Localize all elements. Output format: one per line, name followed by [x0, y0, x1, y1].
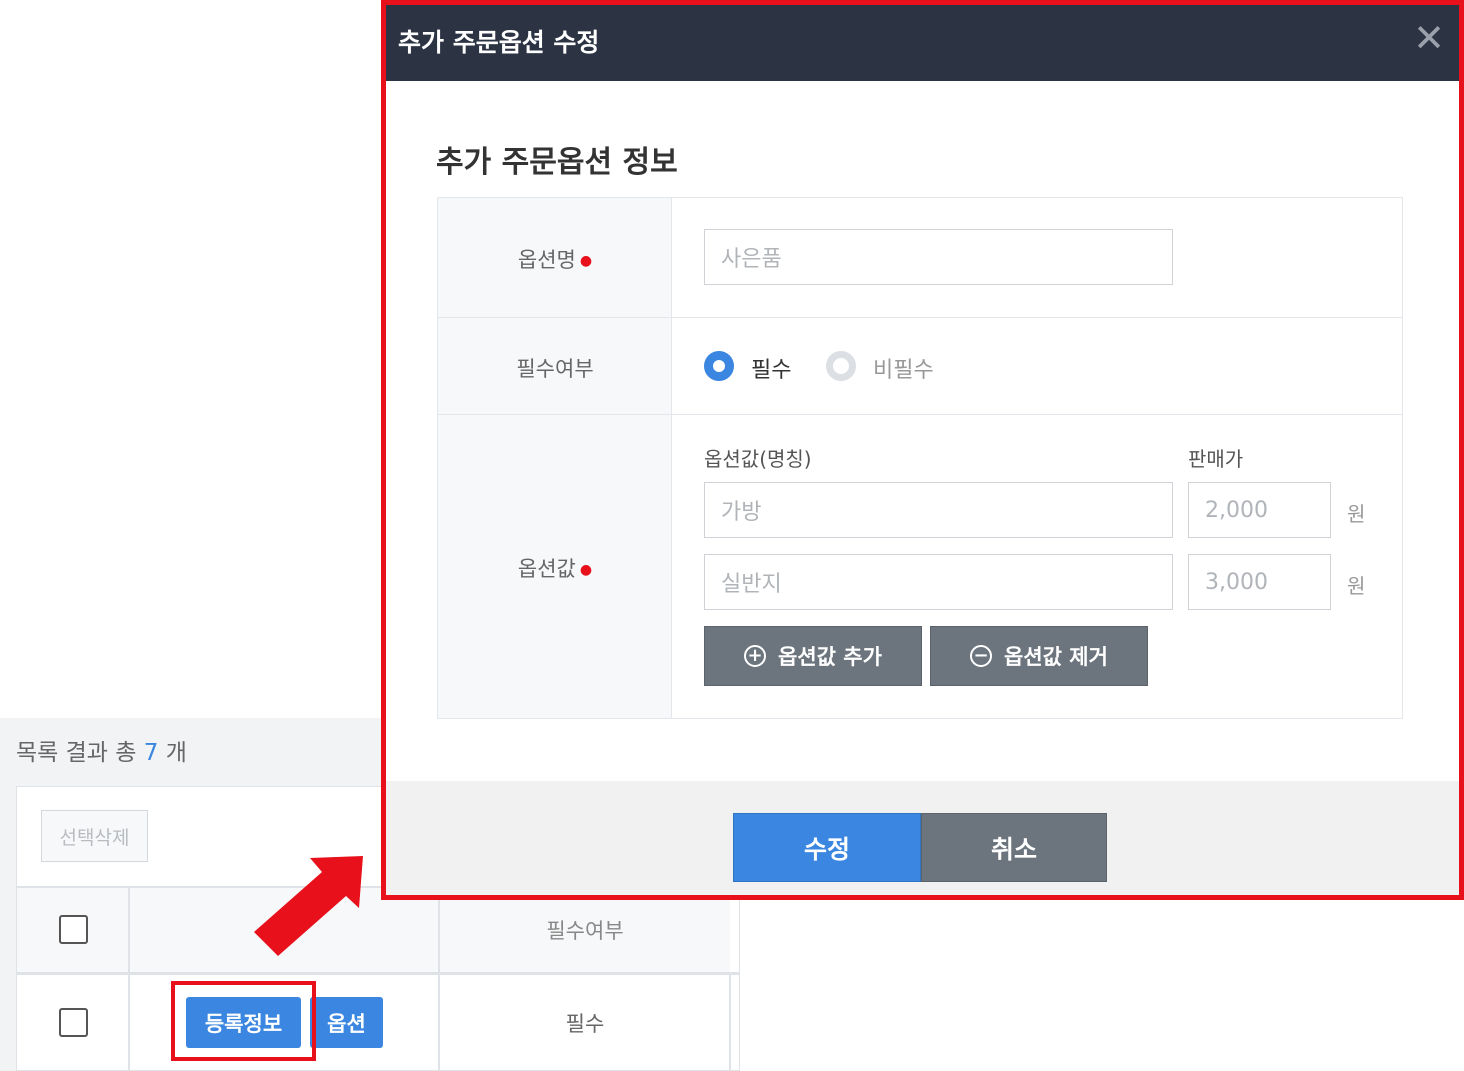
radio-required[interactable] [704, 351, 734, 381]
plus-circle-icon: + [744, 645, 767, 667]
currency-unit: 원 [1347, 574, 1366, 598]
form-row-divider [438, 317, 1402, 318]
option-name-label: 옵션명 ● [438, 244, 672, 274]
section-title: 추가 주문옵션 정보 [436, 145, 678, 180]
select-all-checkbox[interactable] [59, 915, 88, 944]
list-summary: 목록 결과 총 7 개 [16, 733, 187, 767]
close-icon[interactable]: ✕ [1413, 19, 1445, 57]
list-summary-prefix: 목록 결과 총 [16, 740, 137, 766]
form-row-divider [438, 414, 1402, 415]
row-required-value: 필수 [565, 1012, 605, 1036]
radio-required-label: 필수 [751, 358, 792, 383]
remove-option-value-label: 옵션값 제거 [1004, 645, 1108, 669]
add-option-value-button[interactable]: + 옵션값 추가 [704, 626, 922, 686]
minus-circle-icon: − [970, 645, 993, 667]
pointer-arrow-icon [254, 856, 363, 956]
list-summary-suffix: 개 [165, 740, 187, 766]
form-label-column [438, 198, 672, 718]
col-price: 판매가 [1188, 447, 1244, 471]
option-value-name-input[interactable]: 가방 [704, 482, 1173, 538]
currency-unit: 원 [1347, 502, 1366, 526]
row-checkbox[interactable] [59, 1008, 88, 1037]
delete-selected-button[interactable]: 선택삭제 [41, 810, 148, 862]
radio-optional-label: 비필수 [873, 358, 934, 383]
required-mark: ● [579, 562, 593, 578]
option-value-price-input[interactable]: 2,000 [1188, 482, 1331, 538]
submit-button[interactable]: 수정 [733, 813, 921, 882]
add-option-value-label: 옵션값 추가 [778, 645, 882, 669]
option-value-price-input[interactable]: 3,000 [1188, 554, 1331, 610]
modal-header: 추가 주문옵션 수정 ✕ [386, 5, 1459, 81]
cancel-button[interactable]: 취소 [921, 813, 1107, 882]
col-option-value-name: 옵션값(명칭) [704, 447, 812, 471]
required-mark: ● [579, 253, 593, 269]
option-name-label-text: 옵션명 [517, 248, 576, 272]
table-header-required: 필수여부 [440, 888, 730, 972]
option-values-label: 옵션값 ● [438, 553, 672, 583]
option-button[interactable]: 옵션 [310, 997, 383, 1048]
list-summary-count: 7 [143, 740, 159, 766]
table-divider [128, 888, 130, 1071]
required-label: 필수여부 [516, 357, 594, 381]
option-value-name-input[interactable]: 실반지 [704, 554, 1173, 610]
remove-option-value-button[interactable]: − 옵션값 제거 [930, 626, 1148, 686]
edit-option-modal: 추가 주문옵션 수정 ✕ 추가 주문옵션 정보 옵션명 ● 사은품 필수여부 필수… [381, 0, 1464, 900]
highlight-box-register-info [171, 981, 316, 1061]
option-name-input[interactable]: 사은품 [704, 229, 1173, 285]
option-form: 옵션명 ● 사은품 필수여부 필수 비필수 옵션값 ● 옵션값(명칭) 판매가 가방… [437, 197, 1403, 719]
modal-title: 추가 주문옵션 수정 [398, 28, 600, 57]
radio-optional[interactable] [826, 351, 856, 381]
option-values-label-text: 옵션값 [517, 557, 576, 581]
